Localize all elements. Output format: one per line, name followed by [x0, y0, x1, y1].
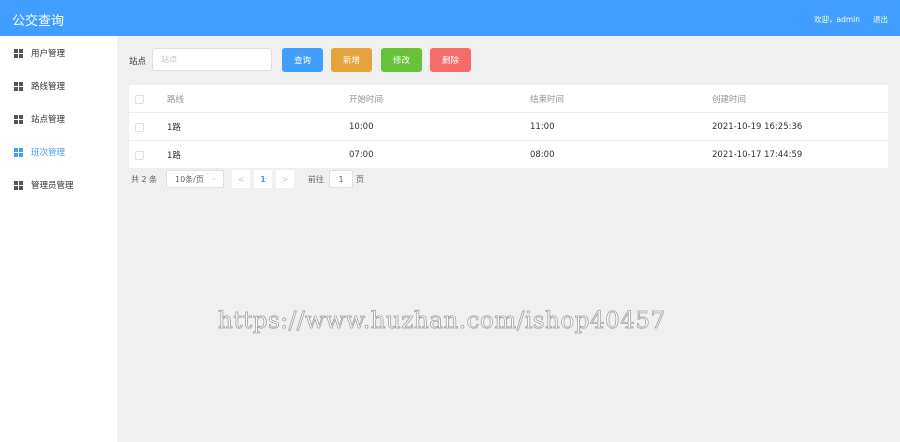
- cell-route: 1路: [167, 151, 181, 161]
- row-checkbox[interactable]: [135, 150, 144, 160]
- station-search-label: 站点: [129, 57, 147, 67]
- edit-button[interactable]: 修改: [381, 48, 422, 72]
- sidebar-item-users[interactable]: 用户管理: [0, 38, 117, 68]
- prev-page-button[interactable]: <: [232, 170, 250, 188]
- cell-created-time: 2021-10-17 17:44:59: [712, 150, 803, 160]
- sidebar-item-stations[interactable]: 站点管理: [0, 104, 117, 134]
- schedule-table: 路线 开始时间 结束时间 创建时间 1路 10:00 11:00 2021-10…: [129, 85, 888, 169]
- chevron-right-icon: >: [281, 174, 289, 184]
- grid-icon: [14, 114, 23, 124]
- column-header-end-time: 结束时间: [530, 95, 565, 105]
- chevron-down-icon: ⌄: [211, 174, 217, 182]
- sidebar-item-admins[interactable]: 管理员管理: [0, 170, 117, 200]
- page-number-current[interactable]: 1: [254, 170, 272, 188]
- cell-start-time: 10:00: [349, 122, 374, 132]
- top-bar: 公交查询 欢迎，admin 退出: [0, 0, 900, 36]
- grid-icon: [14, 48, 23, 58]
- page-size-value: 10条/页: [175, 174, 204, 184]
- sidebar: 用户管理 路线管理 站点管理 班次管理 管理员管理: [0, 36, 117, 442]
- welcome-text: 欢迎，admin: [814, 15, 860, 24]
- page-unit-label: 页: [356, 175, 364, 184]
- table-row[interactable]: 1路 07:00 08:00 2021-10-17 17:44:59: [129, 141, 888, 169]
- logout-link[interactable]: 退出: [873, 14, 888, 25]
- chevron-left-icon: <: [237, 174, 245, 184]
- column-header-start-time: 开始时间: [349, 95, 384, 105]
- station-search-input[interactable]: [152, 48, 272, 71]
- cell-end-time: 11:00: [530, 122, 555, 132]
- sidebar-item-label: 用户管理: [31, 49, 66, 59]
- total-count: 共 2 条: [131, 175, 158, 184]
- grid-icon: [14, 147, 23, 157]
- query-button[interactable]: 查询: [282, 48, 323, 72]
- row-checkbox[interactable]: [135, 122, 144, 132]
- cell-route: 1路: [167, 123, 181, 133]
- sidebar-item-routes[interactable]: 路线管理: [0, 71, 117, 101]
- delete-button[interactable]: 删除: [430, 48, 471, 72]
- cell-end-time: 08:00: [530, 150, 555, 160]
- column-header-route: 路线: [167, 95, 185, 105]
- next-page-button[interactable]: >: [276, 170, 294, 188]
- sidebar-item-schedules[interactable]: 班次管理: [0, 137, 117, 167]
- table-header-row: 路线 开始时间 结束时间 创建时间: [129, 85, 888, 113]
- sidebar-item-label: 路线管理: [31, 82, 66, 92]
- table-row[interactable]: 1路 10:00 11:00 2021-10-19 16:25:36: [129, 113, 888, 141]
- cell-created-time: 2021-10-19 16:25:36: [712, 122, 803, 132]
- grid-icon: [14, 180, 23, 190]
- sidebar-item-label: 管理员管理: [31, 181, 74, 191]
- goto-label: 前往: [308, 175, 324, 184]
- column-header-created-time: 创建时间: [712, 95, 747, 105]
- page-size-select[interactable]: 10条/页 ⌄: [166, 170, 224, 188]
- sidebar-item-label: 站点管理: [31, 115, 66, 125]
- watermark: https://www.huzhan.com/ishop40457: [218, 308, 666, 335]
- cell-start-time: 07:00: [349, 150, 374, 160]
- add-button[interactable]: 新增: [331, 48, 372, 72]
- goto-page-input[interactable]: [329, 170, 353, 188]
- app-title: 公交查询: [12, 14, 65, 29]
- grid-icon: [14, 81, 23, 91]
- sidebar-item-label: 班次管理: [31, 148, 66, 158]
- select-all-checkbox[interactable]: [135, 94, 144, 104]
